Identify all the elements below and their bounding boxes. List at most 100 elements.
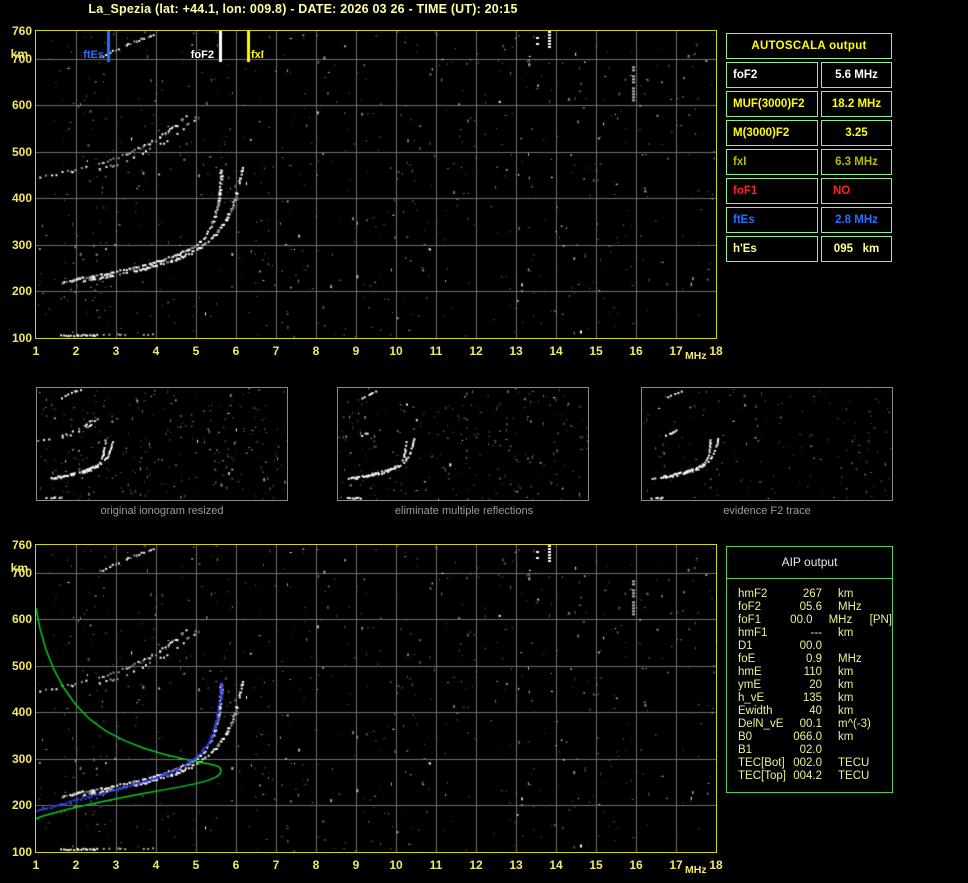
aip-row-value: 05.6 xyxy=(799,601,822,613)
aip-row-label: foF1 xyxy=(738,614,762,626)
aip-row: ymE 20 km xyxy=(738,679,892,692)
x-tick-label: 1 xyxy=(32,344,40,358)
y-tick-label: 500 xyxy=(11,658,32,673)
aip-row-unit xyxy=(822,640,882,653)
autoscala-row-label: foF1 xyxy=(726,178,818,204)
y-tick-label: 200 xyxy=(11,798,32,813)
autoscala-row: MUF(3000)F2 18.2 MHz xyxy=(726,91,892,117)
autoscala-row: h'Es 095 km xyxy=(726,236,892,262)
x-tick-label: 12 xyxy=(469,344,483,358)
marker-label-fof2: foF2 xyxy=(190,49,214,61)
autoscala-row: fxI 6.3 MHz xyxy=(726,149,892,175)
autoscala-row-value: 095 km xyxy=(821,236,892,262)
x-tick-label: 3 xyxy=(112,858,120,872)
aip-row: D1 00.0 xyxy=(738,640,892,653)
thumbnail-evidence-f2 xyxy=(641,387,893,501)
aip-row: DelN_vE 00.1 m^(-3) xyxy=(738,718,892,731)
x-tick-label: 7 xyxy=(272,344,280,358)
x-tick-label: 10 xyxy=(389,344,403,358)
marker-label-fxi: fxI xyxy=(251,49,264,61)
aip-row: foE 0.9 MHz xyxy=(738,653,892,666)
aip-row: B0 066.0 km xyxy=(738,731,892,744)
aip-row-label: hmF2 xyxy=(738,588,768,600)
autoscala-row-value: 18.2 MHz xyxy=(821,91,892,117)
aip-row: hmE 110 km xyxy=(738,666,892,679)
aip-row-unit: km xyxy=(838,588,854,600)
aip-row-value: 02.0 xyxy=(799,744,822,756)
aip-row: TEC[Top] 004.2 TECU xyxy=(738,770,892,783)
x-tick-label: 14 xyxy=(549,344,563,358)
autoscala-row-value: 2.8 MHz xyxy=(821,207,892,233)
autoscala-row-value: 5.6 MHz xyxy=(821,62,892,88)
thumbnail-canvas-f2 xyxy=(642,388,892,500)
y-tick-label: 600 xyxy=(11,612,32,627)
y-tick-label: 400 xyxy=(11,705,32,720)
x-tick-label: 15 xyxy=(589,858,603,872)
aip-row: h_vE 135 km xyxy=(738,692,892,705)
y-tick-label: 100 xyxy=(11,331,32,345)
x-tick-label: 9 xyxy=(352,858,360,872)
y-tick-label: 300 xyxy=(11,751,32,766)
thumbnail-caption-reflections: eliminate multiple reflections xyxy=(394,505,534,517)
marker-label-ftes: ftEs xyxy=(83,49,104,61)
x-tick-label: 6 xyxy=(232,858,240,872)
aip-row-value: 267 xyxy=(802,588,822,600)
x-tick-label: 11 xyxy=(429,858,443,872)
aip-row-value: 0.9 xyxy=(806,653,822,665)
aip-row-unit: TECU xyxy=(838,770,870,782)
aip-row-value: 00.0 xyxy=(799,640,822,652)
aip-row-unit: km xyxy=(838,679,854,691)
aip-row-value: 00.0 xyxy=(790,614,813,626)
x-tick-label: 15 xyxy=(589,344,603,358)
aip-row-value: 066.0 xyxy=(793,731,822,743)
aip-row-label: hmF1 xyxy=(738,627,768,639)
x-tick-label: 14 xyxy=(549,858,563,872)
autoscala-header-row: AUTOSCALA output xyxy=(726,33,892,59)
aip-row-unit xyxy=(822,744,882,757)
aip-row: B1 02.0 xyxy=(738,744,892,757)
x-tick-label: 2 xyxy=(72,858,80,872)
x-tick-label: 16 xyxy=(629,858,643,872)
aip-row-label: foE xyxy=(738,653,756,665)
aip-row-label: TEC[Bot] xyxy=(738,757,785,769)
thumbnail-caption-original: original ionogram resized xyxy=(100,505,224,517)
y-tick-label: 600 xyxy=(11,98,32,113)
ionogram-plot-bottom xyxy=(35,544,717,853)
aip-row-value: 110 xyxy=(803,666,822,678)
ionogram-plot-top xyxy=(35,30,717,339)
autoscala-row-label: M(3000)F2 xyxy=(726,120,818,146)
x-tick-label: 6 xyxy=(232,344,240,358)
autoscala-output-table: AUTOSCALA output foF2 5.6 MHz MUF(3000)F2 1… xyxy=(726,30,892,262)
autoscala-row: M(3000)F2 3.25 xyxy=(726,120,892,146)
autoscala-row-label: foF2 xyxy=(726,62,818,88)
aip-row-unit: TECU xyxy=(838,757,870,769)
aip-row-label: DelN_vE xyxy=(738,718,784,730)
thumbnail-original-ionogram xyxy=(36,387,288,501)
aip-row-unit: MHz xyxy=(838,653,862,665)
y-axis-unit-label: km xyxy=(10,561,28,575)
x-tick-label: 4 xyxy=(152,858,160,872)
thumbnail-caption-f2: evidence F2 trace xyxy=(723,505,811,517)
aip-row-value: 002.0 xyxy=(793,757,822,769)
aip-row-unit: MHz xyxy=(828,614,853,626)
aip-row: hmF1 --- km xyxy=(738,627,892,640)
x-tick-label: 4 xyxy=(152,344,160,358)
y-tick-label: 200 xyxy=(11,284,32,299)
aip-row-unit: km xyxy=(838,627,854,639)
aip-row: hmF2 267 km xyxy=(738,588,892,601)
aip-table-title: AIP output xyxy=(727,547,892,579)
thumbnail-canvas-original xyxy=(37,388,287,500)
aip-row: TEC[Bot] 002.0 TECU xyxy=(738,757,892,770)
aip-row-unit: km xyxy=(838,731,854,743)
x-tick-label: 8 xyxy=(312,858,320,872)
ionogram-canvas-top xyxy=(36,31,716,338)
x-tick-label: 9 xyxy=(352,344,360,358)
aip-row-unit: MHz xyxy=(838,601,862,613)
x-tick-label: 10 xyxy=(389,858,403,872)
y-tick-label: 500 xyxy=(11,144,32,159)
aip-row-value: 00.1 xyxy=(799,718,822,730)
aip-row-value: --- xyxy=(810,627,823,639)
y-tick-label: 300 xyxy=(11,237,32,252)
x-axis-unit-label: MHz xyxy=(685,864,707,876)
thumbnail-eliminate-reflections xyxy=(337,387,589,501)
